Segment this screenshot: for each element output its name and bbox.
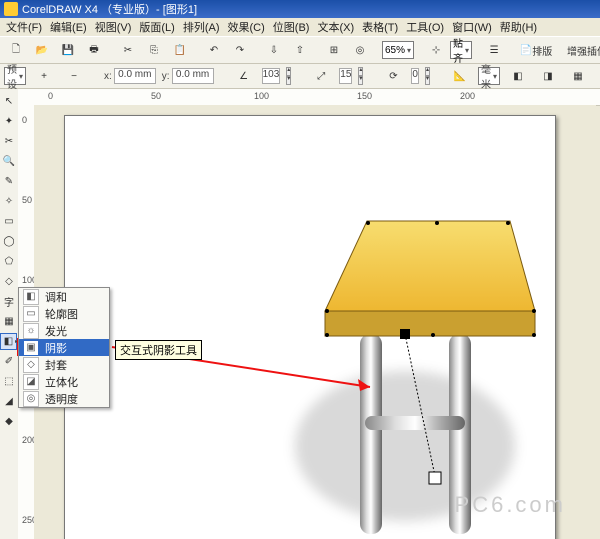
plugins-btn[interactable]: 增强插件 — [558, 40, 600, 60]
menu-layout[interactable]: 版面(L) — [139, 19, 174, 35]
options-icon[interactable]: ☰ — [482, 40, 506, 60]
transparency-icon: ◎ — [23, 391, 39, 407]
menu-help[interactable]: 帮助(H) — [500, 19, 537, 35]
undo-icon[interactable]: ↶ — [202, 40, 226, 60]
app-icon — [4, 2, 18, 16]
paste-icon[interactable]: 📋 — [168, 40, 192, 60]
flyout-envelope[interactable]: ◇封套 — [19, 356, 109, 373]
open-icon[interactable]: 📂 — [30, 40, 54, 60]
unit-icon: 📐 — [448, 66, 472, 86]
title: CorelDRAW X4 （专业版）- [图形1] — [22, 1, 197, 17]
snap-label: 贴齐 — [453, 35, 463, 65]
interactive-flyout: ◧调和 ▭轮廓图 ☼发光 ▣阴影 ◇封套 ◪立体化 ◎透明度 — [18, 287, 110, 408]
workarea: ↖ ✦ ✂ 🔍 ✎ ✧ ▭ ◯ ⬠ ◇ 字 ▦ ◧ ▸ ✐ ⬚ ◢ ◆ 0 50… — [0, 89, 600, 539]
menu-table[interactable]: 表格(T) — [362, 19, 398, 35]
preset-combo[interactable]: 预设▾ — [4, 67, 26, 85]
copy-icon[interactable]: ⎘ — [142, 40, 166, 60]
menu-effects[interactable]: 效果(C) — [228, 19, 265, 35]
scale-icon: ⤢ — [309, 66, 333, 86]
redo-icon[interactable]: ↷ — [228, 40, 252, 60]
menu-view[interactable]: 视图(V) — [95, 19, 132, 35]
zoom-value: 65% — [385, 45, 405, 56]
menu-window[interactable]: 窗口(W) — [452, 19, 492, 35]
y-icon: y: — [162, 71, 170, 82]
menu-file[interactable]: 文件(F) — [6, 19, 42, 35]
snap-combo[interactable]: 贴齐▾ — [450, 41, 472, 59]
flyout-transparency[interactable]: ◎透明度 — [19, 390, 109, 407]
opt3-icon[interactable]: ▦ — [566, 66, 590, 86]
envelope-icon: ◇ — [23, 357, 39, 373]
contour-icon: ▭ — [23, 306, 39, 322]
tooltip: 交互式阴影工具 — [115, 340, 202, 360]
print-icon[interactable]: 🖶 — [82, 40, 106, 60]
flyout-blend[interactable]: ◧调和 — [19, 288, 109, 305]
glow-icon: ☼ — [23, 323, 39, 339]
opt1-icon[interactable]: ◧ — [506, 66, 530, 86]
extrude-icon: ◪ — [23, 374, 39, 390]
flyout-shadow[interactable]: ▣阴影 — [19, 339, 109, 356]
unit-combo[interactable]: 毫米▾ — [478, 67, 500, 85]
width-field[interactable]: 103 — [262, 68, 281, 84]
flyout-extrude[interactable]: ◪立体化 — [19, 373, 109, 390]
standard-toolbar: 🗋 📂 💾 🖶 ✂ ⎘ 📋 ↶ ↷ ⇩ ⇧ ⊞ ◎ 65%▾ ⊹ 贴齐▾ ☰ 📄… — [0, 36, 600, 64]
menu-arrange[interactable]: 排列(A) — [183, 19, 220, 35]
shadow-icon: ▣ — [23, 340, 39, 356]
x-icon: x: — [104, 71, 112, 82]
height-field[interactable]: 15 — [339, 68, 352, 84]
rotate-icon: ⟳ — [381, 66, 405, 86]
titlebar: CorelDRAW X4 （专业版）- [图形1] — [0, 0, 600, 18]
x-field[interactable]: 0.0 mm — [114, 68, 156, 84]
export-icon[interactable]: ⇧ — [288, 40, 312, 60]
flyout-contour[interactable]: ▭轮廓图 — [19, 305, 109, 322]
blend-icon: ◧ — [23, 289, 39, 305]
pub-btn[interactable]: 📄排版 — [516, 40, 556, 60]
opt2-icon[interactable]: ◨ — [536, 66, 560, 86]
menubar: 文件(F) 编辑(E) 视图(V) 版面(L) 排列(A) 效果(C) 位图(B… — [0, 18, 600, 36]
menu-edit[interactable]: 编辑(E) — [50, 19, 87, 35]
angle-icon: ∠ — [232, 66, 256, 86]
menu-tools[interactable]: 工具(O) — [406, 19, 444, 35]
opt4-icon[interactable]: ▤ — [596, 66, 600, 86]
ang-spin[interactable]: ▴▾ — [425, 67, 430, 85]
angle-field[interactable]: 0 — [411, 68, 419, 84]
h-spin[interactable]: ▴▾ — [358, 67, 363, 85]
import-icon[interactable]: ⇩ — [262, 40, 286, 60]
snap-icon[interactable]: ⊹ — [424, 40, 448, 60]
cut-icon[interactable]: ✂ — [116, 40, 140, 60]
y-field[interactable]: 0.0 mm — [172, 68, 214, 84]
welcome-icon[interactable]: ◎ — [348, 40, 372, 60]
menu-text[interactable]: 文本(X) — [317, 19, 354, 35]
new-icon[interactable]: 🗋 — [4, 40, 28, 60]
flyout-glow[interactable]: ☼发光 — [19, 322, 109, 339]
del-preset-icon[interactable]: − — [62, 66, 86, 86]
appmgr-icon[interactable]: ⊞ — [322, 40, 346, 60]
zoom-combo[interactable]: 65%▾ — [382, 41, 414, 59]
property-bar: 预设▾ + − x:0.0 mm y:0.0 mm ∠ 103 ▴▾ ⤢ 15 … — [0, 64, 600, 89]
w-spin[interactable]: ▴▾ — [286, 67, 291, 85]
menu-bitmap[interactable]: 位图(B) — [273, 19, 310, 35]
add-preset-icon[interactable]: + — [32, 66, 56, 86]
save-icon[interactable]: 💾 — [56, 40, 80, 60]
